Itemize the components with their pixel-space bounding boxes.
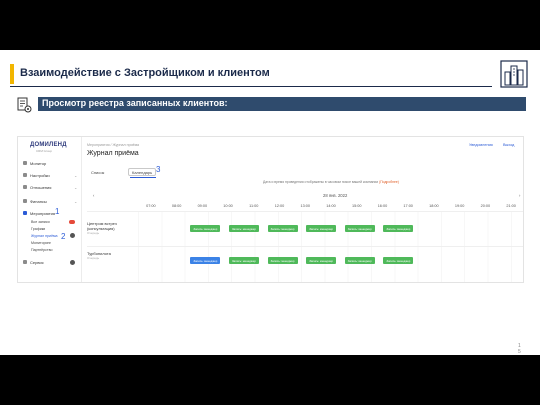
buildings-logo-icon [500,60,528,88]
time-label: 10:00 [223,204,233,208]
appointment-slot[interactable]: Запись: менеджер [267,225,298,232]
document-gear-icon [17,97,32,113]
sidebar-sub-partnership[interactable]: Партнёрство [31,248,52,252]
appointment-slot[interactable]: Запись: менеджер [306,225,337,232]
brand-logo[interactable]: ДОМИЛЕНД [30,142,67,148]
appointment-slot[interactable]: Запись: менеджер [383,225,414,232]
app-screenshot: ДОМИЛЕНД CRM Group Монитор Настройки ⌄ О… [17,136,524,283]
room-row-label: Турбопилота Очередь [87,251,111,260]
accent-bar [10,64,14,84]
time-label: 19:00 [454,204,465,208]
callout-3: 3 [156,165,161,174]
sidebar-sub-all[interactable]: Все записи [31,220,50,224]
relations-icon [23,185,27,189]
current-date: 28 янв. 2022 [323,193,348,198]
gear-icon[interactable] [70,233,75,238]
prev-day-button[interactable]: ‹ [93,193,94,198]
room-row-label: Центром встреч (консультация) Очередь [87,221,117,235]
notifications-link[interactable]: Уведомления [469,143,493,147]
time-label: 13:00 [300,204,311,208]
time-label: 17:00 [403,204,413,208]
next-day-button[interactable]: › [519,193,520,198]
events-icon [23,211,27,215]
logout-link[interactable]: Выход [503,143,514,147]
appointment-slot[interactable]: Запись: менеджер [228,225,259,232]
time-label: 16:00 [377,204,388,208]
finance-icon [23,199,27,203]
appointment-slot[interactable]: Запись: менеджер [228,257,259,264]
appointment-slot[interactable]: Запись: менеджер [344,257,375,264]
time-label: 07:00 [146,204,156,208]
slide: Взаимодействие с Застройщиком и клиентом… [0,50,540,355]
appointment-slot[interactable]: Запись: менеджер [344,225,375,232]
count-badge [69,220,75,224]
section-title: Просмотр реестра записанных клиентов: [42,98,228,108]
main-content: Мероприятия / Журнал приёма Журнал приём… [83,137,523,282]
sidebar-sub-schedules[interactable]: Графики [31,227,45,231]
sidebar-sub-monitoring[interactable]: Мониторинг [31,241,51,245]
time-label: 14:00 [326,204,336,208]
sidebar-sub-journal[interactable]: Журнал приёма [31,234,58,238]
appointment-slot[interactable]: Запись: менеджер [190,257,221,264]
divider [87,246,523,247]
divider [87,211,523,212]
time-label: 12:00 [274,204,285,208]
tab-underline [130,177,156,178]
sidebar-item-finance[interactable]: Финансы [23,197,47,205]
chevron-down-icon[interactable]: ⌄ [74,185,77,190]
sidebar-item-relations[interactable]: Отношения [23,183,51,191]
title-rule [10,86,492,87]
time-label: 21:00 [506,204,516,208]
tab-list[interactable]: Список [91,168,104,176]
page-title: Журнал приёма [87,150,139,157]
settings-icon [23,173,27,177]
sidebar-item-events[interactable]: Мероприятия [23,209,55,217]
time-label: 18:00 [429,204,439,208]
chevron-down-icon[interactable]: ⌄ [74,173,77,178]
calendar-grid [138,212,523,282]
appointment-slot[interactable]: Запись: менеджер [306,257,337,264]
service-icon [23,260,27,264]
time-axis: 07:00 08:00 09:00 10:00 11:00 12:00 13:00 14:00… [138,204,523,211]
callout-1: 1 [55,207,60,216]
callout-2: 2 [61,232,66,241]
time-label: 15:00 [351,204,362,208]
brand-subtitle: CRM Group [36,149,53,153]
sidebar-item-monitor[interactable]: Монитор [23,159,46,167]
breadcrumb[interactable]: Мероприятия / Журнал приёма [87,143,139,147]
sidebar-item-settings[interactable]: Настройки [23,171,50,179]
slide-title: Взаимодействие с Застройщиком и клиентом [20,67,270,79]
tab-calendar[interactable]: Календарь [128,168,157,176]
sidebar: ДОМИЛЕНД CRM Group Монитор Настройки ⌄ О… [18,137,82,282]
time-label: 20:00 [480,204,491,208]
time-label: 11:00 [249,204,259,208]
timezone-hint: Дата и время проведения отображены в час… [263,180,399,184]
chevron-down-icon[interactable]: ⌄ [74,199,77,204]
gear-icon[interactable] [70,260,75,265]
monitor-icon [23,161,27,165]
hint-link[interactable]: (Подробнее) [379,180,399,184]
appointment-slot[interactable]: Запись: менеджер [267,257,298,264]
section-band: Просмотр реестра записанных клиентов: [38,97,526,111]
page-number: 1 5 [518,343,521,355]
appointment-slot[interactable]: Запись: менеджер [190,225,221,232]
appointment-slot[interactable]: Запись: менеджер [383,257,414,264]
time-label: 09:00 [197,204,208,208]
sidebar-item-service[interactable]: Сервис [23,258,44,266]
time-label: 08:00 [171,204,182,208]
